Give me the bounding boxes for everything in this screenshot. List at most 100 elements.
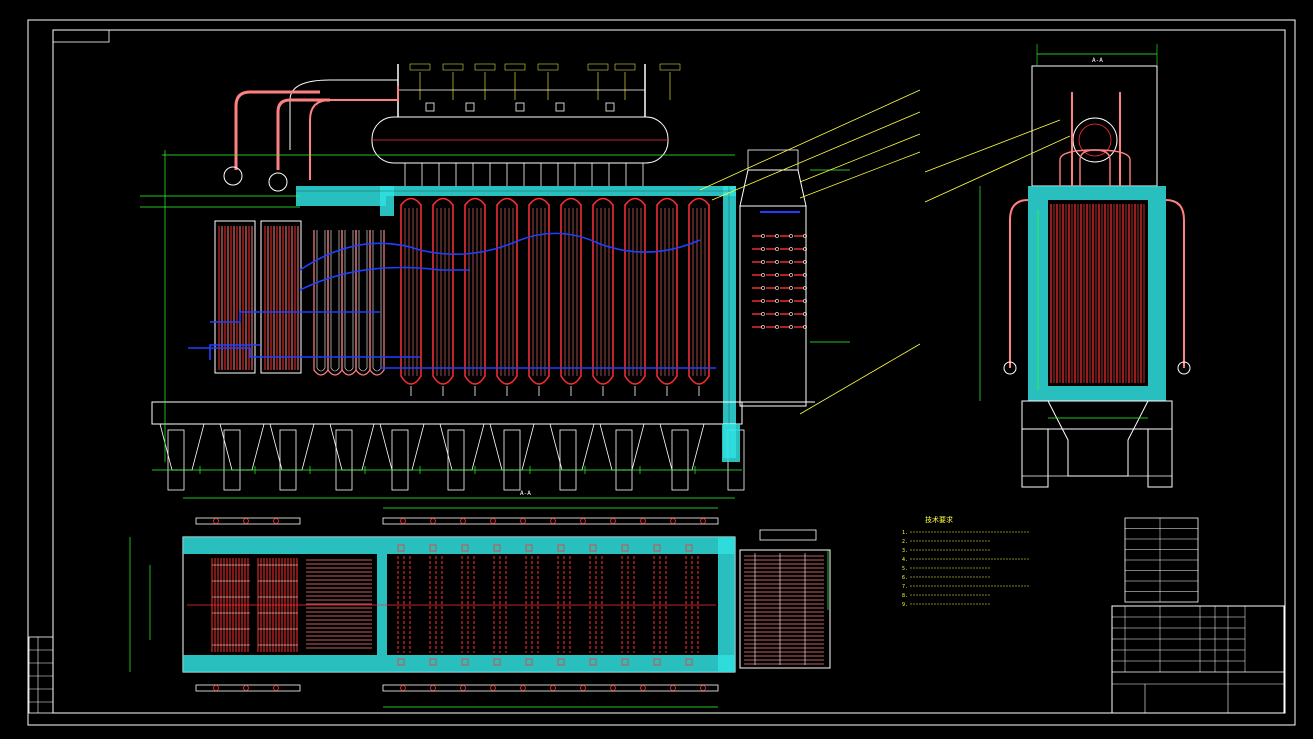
plan-header-nozzle [243, 685, 249, 691]
economizer-loop-inner [344, 230, 354, 372]
base-beam [151, 401, 743, 425]
support-column [615, 429, 633, 491]
ash-hopper [219, 423, 265, 471]
furnace-panel [560, 197, 582, 385]
valve-tag-box [409, 63, 431, 71]
support-column [447, 429, 465, 491]
plan-header-nozzle [700, 518, 706, 524]
economizer-loop [369, 230, 385, 376]
plan-header-nozzle [273, 685, 279, 691]
plan-header-nozzle [490, 685, 496, 691]
furnace-panel [464, 197, 486, 385]
valve-body [515, 102, 525, 112]
plan-header-nozzle [550, 685, 556, 691]
valve-body [465, 102, 475, 112]
furnace-panel [432, 197, 454, 385]
plan-header-nozzle [213, 685, 219, 691]
economizer-loop [341, 230, 357, 376]
corner-label-box [52, 29, 110, 43]
plan-header-nozzle [490, 518, 496, 524]
valve-tag-box [537, 63, 559, 71]
ash-hopper [379, 423, 425, 471]
title-block [1111, 605, 1285, 714]
plan-header-nozzle [550, 518, 556, 524]
ash-hopper [659, 423, 705, 471]
plan-header-nozzle [400, 518, 406, 524]
plan-header-nozzle [520, 518, 526, 524]
support-column [671, 429, 689, 491]
furnace-right-wall [723, 186, 736, 458]
note-line: 7. [902, 584, 908, 590]
plan-header-nozzle [610, 685, 616, 691]
support-column [335, 429, 353, 491]
plan-header-nozzle [700, 685, 706, 691]
ash-hopper [439, 423, 485, 471]
ash-hopper [489, 423, 535, 471]
note-line: 9. [902, 602, 908, 608]
plan-header-nozzle [243, 518, 249, 524]
plan-header-nozzle [400, 685, 406, 691]
note-line: 8. [902, 593, 908, 599]
ash-hopper [159, 423, 205, 471]
plan-header-nozzle [580, 685, 586, 691]
valve-tag-box [442, 63, 464, 71]
side-view-label: A-A [1092, 57, 1103, 64]
valve-tag-box [474, 63, 496, 71]
plan-header-nozzle [460, 518, 466, 524]
plan-header-nozzle [580, 518, 586, 524]
ash-hopper [269, 423, 315, 471]
plan-header-nozzle [273, 518, 279, 524]
plan-header-nozzle [430, 518, 436, 524]
furnace-panel [528, 197, 550, 385]
technical-notes: 技术要求 1. 2. 3. 4. 5. 6. 7. 8. 9. [902, 515, 1030, 608]
valve-body [555, 102, 565, 112]
support-column [279, 429, 297, 491]
note-line: 6. [902, 575, 908, 581]
plan-header-nozzle [520, 685, 526, 691]
economizer-loop [355, 230, 371, 376]
notes-title: 技术要求 [925, 515, 953, 524]
plan-header-nozzle [640, 518, 646, 524]
plan-header-nozzle [430, 685, 436, 691]
cad-drawing-canvas[interactable]: A-A A-A 技术要求 1.2.3.4.5.6.7.8.9. [0, 0, 1313, 739]
furnace-panel [656, 197, 678, 385]
side-riser [1079, 149, 1096, 186]
parts-table [1124, 517, 1199, 603]
plan-header-nozzle [640, 685, 646, 691]
economizer-loop-inner [372, 230, 382, 372]
furnace-panel [496, 197, 518, 385]
support-column [503, 429, 521, 491]
furnace-panel [624, 197, 646, 385]
front-elevation [140, 63, 850, 491]
plan-header-nozzle [213, 518, 219, 524]
plan-header-nozzle [670, 518, 676, 524]
plan-header-nozzle [460, 685, 466, 691]
ash-hopper [549, 423, 595, 471]
plan-header-nozzle [610, 518, 616, 524]
left-revision-block [28, 636, 54, 714]
support-column [391, 429, 409, 491]
side-riser [1094, 149, 1111, 186]
note-line: 1. [902, 530, 908, 536]
valve-tag-box [614, 63, 636, 71]
support-column [559, 429, 577, 491]
valve-body [425, 102, 435, 112]
valve-tag-box [504, 63, 526, 71]
economizer-loop-inner [358, 230, 368, 372]
economizer-loop [313, 230, 329, 376]
furnace-panel [592, 197, 614, 385]
note-line: 4. [902, 557, 908, 563]
ash-hopper [599, 423, 645, 471]
plan-view-label: A-A [520, 490, 531, 497]
note-line: 3. [902, 548, 908, 554]
furnace-panel [400, 197, 422, 385]
valve-body [605, 102, 615, 112]
valve-tag-box [587, 63, 609, 71]
support-column [223, 429, 241, 491]
note-line: 5. [902, 566, 908, 572]
note-line: 2. [902, 539, 908, 545]
furnace-panel [688, 197, 710, 385]
side-elevation: A-A [979, 44, 1191, 488]
valve-tag-box [659, 63, 681, 71]
leader-lines [699, 89, 1071, 415]
